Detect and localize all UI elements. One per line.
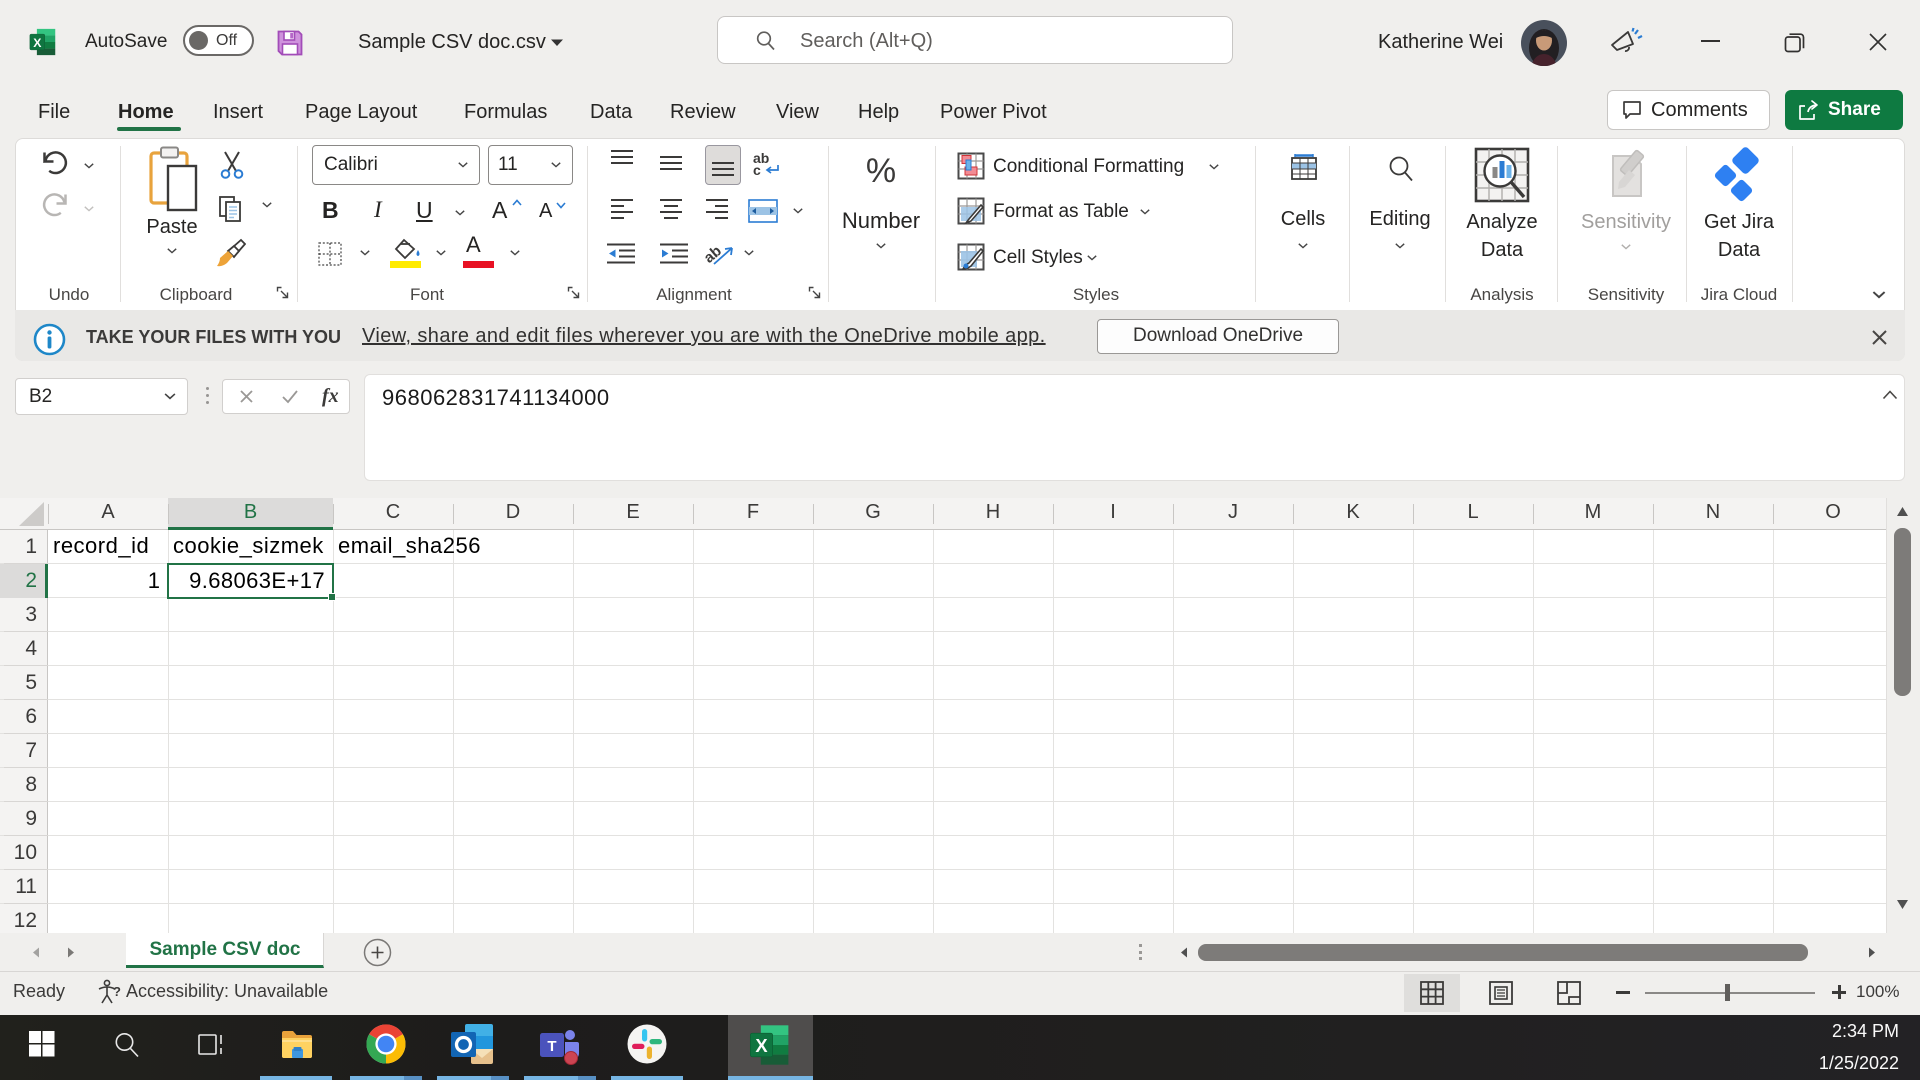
svg-text:T: T (547, 1038, 556, 1055)
svg-text:X: X (755, 1035, 768, 1056)
svg-text:X: X (33, 36, 42, 50)
svg-text:?: ? (113, 984, 121, 999)
